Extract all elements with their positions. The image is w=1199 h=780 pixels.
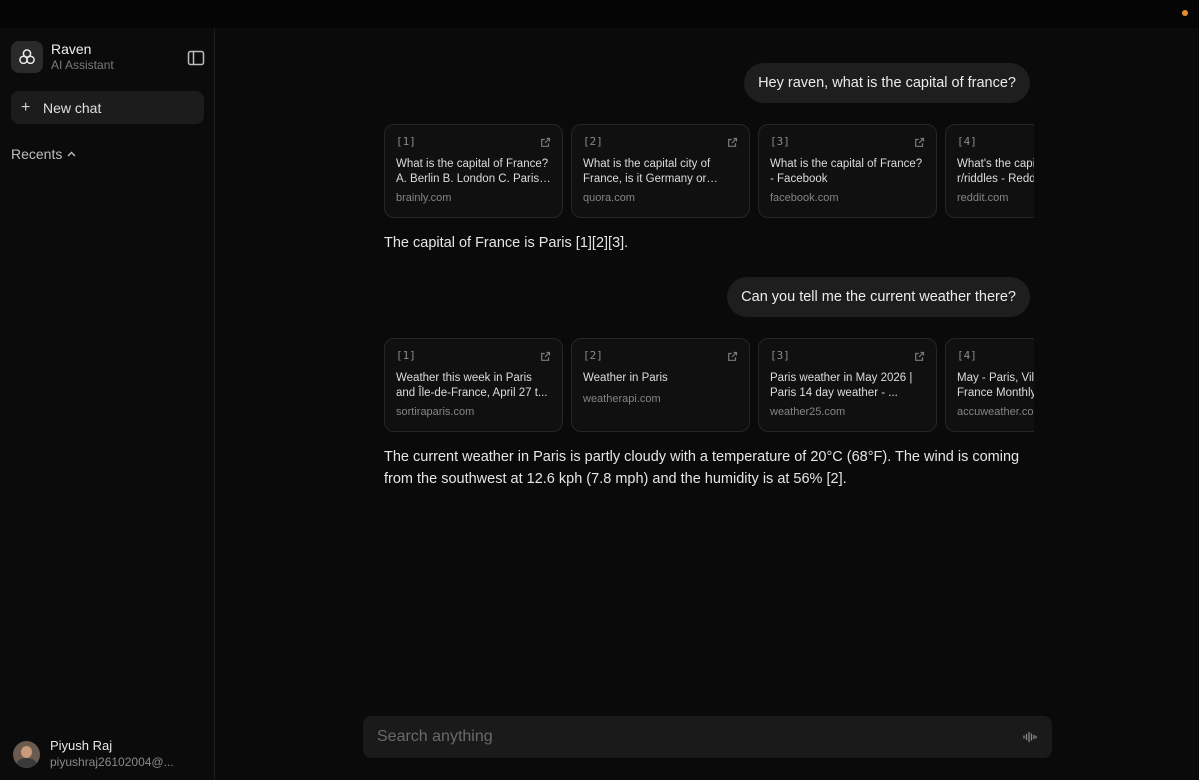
source-domain: quora.com	[583, 192, 635, 204]
chat-area: Hey raven, what is the capital of france…	[216, 28, 1199, 780]
source-domain: weather25.com	[770, 406, 846, 418]
user-name: Piyush Raj	[50, 738, 113, 753]
source-title: What's the capital of France? : r/riddle…	[957, 158, 1034, 185]
source-title: Weather this week in Paris and Île-de-Fr…	[396, 372, 548, 399]
source-index: [1]	[396, 349, 416, 362]
voice-input-button[interactable]	[1022, 729, 1038, 745]
source-domain: brainly.com	[396, 192, 452, 204]
sources-row: [1] Weather this week in Paris and Île-d…	[384, 338, 1034, 434]
external-link-icon	[915, 137, 925, 147]
external-link-icon	[541, 137, 551, 147]
recents-toggle[interactable]: Recents	[11, 146, 76, 162]
avatar	[13, 740, 40, 768]
user-email: piyushraj26102004@...	[50, 755, 174, 769]
source-domain: weatherapi.com	[583, 393, 661, 405]
external-link-icon	[915, 351, 925, 361]
sidebar-toggle-button[interactable]	[186, 48, 206, 68]
source-title: May - Paris, Ville de Paris, France Mont…	[957, 372, 1034, 399]
sidebar-toggle-icon	[187, 50, 205, 66]
source-card[interactable]: [2] Weather in Paris weatherapi.com	[571, 338, 750, 432]
window-top-bar	[0, 0, 1199, 28]
source-index: [4]	[957, 349, 977, 362]
source-domain: sortiraparis.com	[396, 406, 475, 418]
source-index: [2]	[583, 349, 603, 362]
user-profile[interactable]: Piyush Raj piyushraj26102004@...	[13, 738, 174, 770]
source-index: [2]	[583, 135, 603, 148]
source-index: [3]	[770, 135, 790, 148]
source-card[interactable]: [1] Weather this week in Paris and Île-d…	[384, 338, 563, 432]
source-card[interactable]: [3] What is the capital of France? - Fac…	[758, 124, 937, 218]
source-index: [3]	[770, 349, 790, 362]
user-message: Hey raven, what is the capital of france…	[744, 63, 1030, 103]
source-card[interactable]: [1] What is the capital of France? A. Be…	[384, 124, 563, 218]
assistant-answer: The capital of France is Paris [1][2][3]…	[384, 235, 629, 251]
source-card[interactable]: [3] Paris weather in May 2026 | Paris 14…	[758, 338, 937, 432]
chevron-up-icon	[67, 151, 76, 157]
sources-row: [1] What is the capital of France? A. Be…	[384, 124, 1034, 220]
source-card[interactable]: [2] What is the capital city of France, …	[571, 124, 750, 218]
raven-logo-icon	[11, 41, 43, 73]
user-message: Can you tell me the current weather ther…	[727, 277, 1030, 317]
search-input[interactable]	[377, 728, 1022, 746]
external-link-icon	[728, 137, 738, 147]
assistant-answer: The current weather in Paris is partly c…	[384, 449, 1020, 487]
source-index: [4]	[957, 135, 977, 148]
status-dot	[1182, 10, 1188, 16]
source-card[interactable]: [4] May - Paris, Ville de Paris, France …	[945, 338, 1034, 432]
source-domain: facebook.com	[770, 192, 839, 204]
source-index: [1]	[396, 135, 416, 148]
source-title: Paris weather in May 2026 | Paris 14 day…	[770, 372, 913, 399]
source-title: Weather in Paris	[583, 372, 668, 384]
app-name: Raven	[51, 41, 92, 57]
plus-icon: +	[21, 98, 31, 116]
external-link-icon	[728, 351, 738, 361]
source-domain: accuweather.com	[957, 406, 1034, 418]
source-domain: reddit.com	[957, 192, 1009, 204]
recents-label: Recents	[11, 146, 63, 162]
brand: Raven AI Assistant	[11, 41, 114, 73]
sidebar: Raven AI Assistant + New chat Recents Pi…	[0, 28, 215, 780]
source-card[interactable]: [4] What's the capital of France? : r/ri…	[945, 124, 1034, 218]
app-subtitle: AI Assistant	[51, 58, 114, 72]
new-chat-label: New chat	[43, 99, 102, 116]
external-link-icon	[541, 351, 551, 361]
source-title: What is the capital of France? A. Berlin…	[396, 158, 549, 185]
composer	[363, 716, 1052, 758]
source-title: What is the capital city of France, is i…	[583, 158, 711, 185]
waveform-icon	[1023, 731, 1037, 743]
source-title: What is the capital of France? - Faceboo…	[770, 158, 923, 185]
new-chat-button[interactable]: + New chat	[11, 91, 204, 124]
